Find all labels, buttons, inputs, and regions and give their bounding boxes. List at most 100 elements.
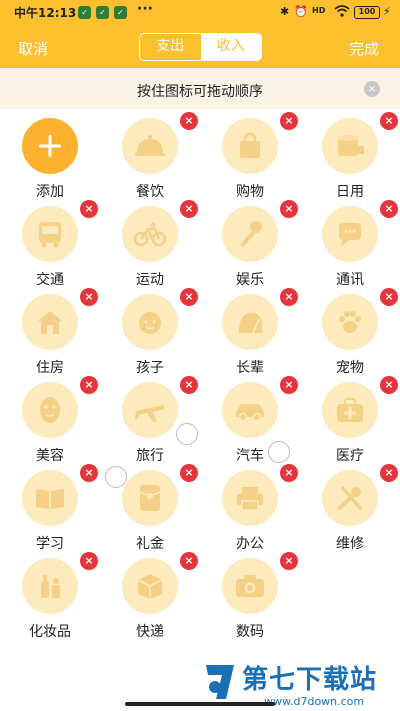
status-time: 中午12:13 <box>14 6 77 20</box>
category-item[interactable]: × 维修 <box>300 464 400 558</box>
watermark-logo-icon <box>206 665 234 699</box>
category-label: 娱乐 <box>236 272 264 288</box>
delete-category-icon[interactable]: × <box>80 200 98 218</box>
cancel-button[interactable]: 取消 <box>18 38 48 59</box>
category-label: 快递 <box>136 624 164 640</box>
category-item[interactable]: × 娱乐 <box>200 200 300 294</box>
category-item[interactable]: × 化妆品 <box>0 552 100 646</box>
category-item[interactable]: × 购物 <box>200 112 300 206</box>
category-item[interactable]: × 宠物 <box>300 288 400 382</box>
category-icon-circle: × <box>222 552 298 614</box>
category-icon-circle: × <box>22 464 98 526</box>
airplane-icon <box>122 382 178 438</box>
category-icon-circle: × <box>22 200 98 262</box>
category-icon-circle: × <box>222 200 298 262</box>
category-icon-circle: × <box>322 112 398 174</box>
category-icon-circle: × <box>222 376 298 438</box>
delete-category-icon[interactable]: × <box>180 288 198 306</box>
category-item[interactable]: × 学习 <box>0 464 100 558</box>
microphone-icon <box>222 206 278 262</box>
category-icon-circle: × <box>322 376 398 438</box>
category-label: 旅行 <box>136 448 164 464</box>
delete-category-icon[interactable]: × <box>280 376 298 394</box>
red-envelope-icon <box>122 470 178 526</box>
category-label: 通讯 <box>336 272 364 288</box>
home-indicator[interactable] <box>125 702 275 706</box>
category-icon-circle: × <box>322 464 398 526</box>
status-bar: 中午12:13 ✓ ✓ ✓ ··· ✱ ⏰ HD 100 ⚡ <box>0 0 400 26</box>
category-item[interactable]: × 通讯 <box>300 200 400 294</box>
category-item[interactable]: × 孩子 <box>100 288 200 382</box>
baby-face-icon <box>122 294 178 350</box>
add-category-button[interactable]: 添加 <box>0 118 100 206</box>
delete-category-icon[interactable]: × <box>380 288 398 306</box>
category-label: 化妆品 <box>29 624 71 640</box>
delete-category-icon[interactable]: × <box>180 112 198 130</box>
done-button[interactable]: 完成 <box>349 38 379 59</box>
category-label: 长辈 <box>236 360 264 376</box>
delete-category-icon[interactable]: × <box>180 200 198 218</box>
delete-category-icon[interactable]: × <box>280 552 298 570</box>
delete-category-icon[interactable]: × <box>280 288 298 306</box>
close-hint-icon[interactable]: × <box>364 81 380 97</box>
bicycle-icon <box>122 206 178 262</box>
delete-category-icon[interactable]: × <box>280 464 298 482</box>
category-item[interactable]: × 餐饮 <box>100 112 200 206</box>
delete-category-icon[interactable]: × <box>80 552 98 570</box>
dish-icon <box>122 118 178 174</box>
type-segmented-control: 支出 收入 <box>139 33 262 61</box>
category-item[interactable]: × 住房 <box>0 288 100 382</box>
category-icon-circle <box>22 118 78 174</box>
category-item[interactable]: × 快递 <box>100 552 200 646</box>
delete-category-icon[interactable]: × <box>380 200 398 218</box>
tab-expense[interactable]: 支出 <box>140 34 201 60</box>
delete-category-icon[interactable]: × <box>380 112 398 130</box>
delete-category-icon[interactable]: × <box>80 464 98 482</box>
top-bar: 中午12:13 ✓ ✓ ✓ ··· ✱ ⏰ HD 100 ⚡ 取消 支出 收入 … <box>0 0 400 68</box>
book-icon <box>22 470 78 526</box>
plus-icon <box>22 118 78 174</box>
category-icon-circle: × <box>22 376 98 438</box>
delete-category-icon[interactable]: × <box>280 112 298 130</box>
shield-icon: ✓ <box>114 6 127 19</box>
delete-category-icon[interactable]: × <box>180 464 198 482</box>
category-item[interactable]: × 交通 <box>0 200 100 294</box>
shield-icon: ✓ <box>96 6 109 19</box>
category-icon-circle: × <box>122 200 198 262</box>
wifi-icon <box>334 5 350 20</box>
category-item[interactable]: × 运动 <box>100 200 200 294</box>
delete-category-icon[interactable]: × <box>380 376 398 394</box>
delete-category-icon[interactable]: × <box>280 200 298 218</box>
category-label: 运动 <box>136 272 164 288</box>
car-icon <box>222 382 278 438</box>
category-label: 添加 <box>36 184 64 200</box>
network-hd-label: HD <box>312 6 326 15</box>
category-item[interactable]: × 医疗 <box>300 376 400 470</box>
alarm-icon: ⏰ <box>294 5 308 18</box>
delete-category-icon[interactable]: × <box>80 288 98 306</box>
status-more-dots: ··· <box>137 1 153 17</box>
category-item[interactable]: × 长辈 <box>200 288 300 382</box>
watermark-name: 第七下载站 <box>242 665 378 695</box>
category-icon-circle: × <box>322 288 398 350</box>
drag-ghost-bubble <box>105 466 127 488</box>
cosmetics-icon <box>22 558 78 614</box>
category-icon-circle: × <box>122 552 198 614</box>
category-label: 数码 <box>236 624 264 640</box>
category-item[interactable]: × 日用 <box>300 112 400 206</box>
category-icon-circle: × <box>22 552 98 614</box>
category-label: 餐饮 <box>136 184 164 200</box>
category-label: 宠物 <box>336 360 364 376</box>
tab-income[interactable]: 收入 <box>200 34 261 60</box>
category-label: 美容 <box>36 448 64 464</box>
category-item[interactable]: × 办公 <box>200 464 300 558</box>
category-item[interactable]: × 美容 <box>0 376 100 470</box>
category-item[interactable]: × 数码 <box>200 552 300 646</box>
tools-icon <box>322 470 378 526</box>
chat-phone-icon <box>322 206 378 262</box>
category-icon-circle: × <box>322 200 398 262</box>
delete-category-icon[interactable]: × <box>180 376 198 394</box>
delete-category-icon[interactable]: × <box>180 552 198 570</box>
delete-category-icon[interactable]: × <box>380 464 398 482</box>
delete-category-icon[interactable]: × <box>80 376 98 394</box>
